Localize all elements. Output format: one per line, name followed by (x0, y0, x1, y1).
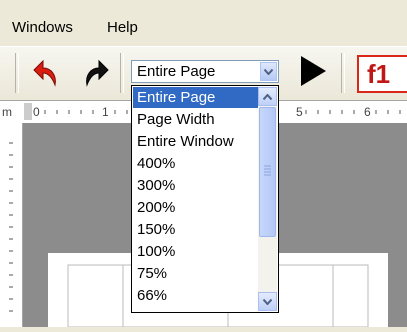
chevron-down-icon (263, 298, 272, 305)
zoom-option-400[interactable]: 400% (133, 153, 258, 174)
grip-icon (264, 165, 271, 176)
zoom-select-value: Entire Page (137, 63, 216, 80)
undo-arrow-icon (33, 59, 56, 87)
zoom-option-entire-window[interactable]: Entire Window (133, 131, 258, 152)
zoom-option-100[interactable]: 100% (133, 241, 258, 262)
zoom-select[interactable]: Entire Page (131, 60, 279, 83)
menu-bar: Windows Help (0, 0, 407, 46)
menu-windows[interactable]: Windows (12, 19, 73, 36)
zoom-option-entire-page[interactable]: Entire Page (133, 87, 258, 108)
play-triangle-icon (301, 56, 326, 86)
zoom-option-page-width[interactable]: Page Width (133, 109, 258, 130)
vertical-ruler (0, 123, 23, 327)
toolbar-separator (120, 53, 124, 93)
chevron-down-icon[interactable] (260, 62, 277, 81)
f1-button[interactable]: f1 (357, 55, 407, 93)
menu-help[interactable]: Help (107, 19, 138, 36)
zoom-dropdown-list: Entire Page Page Width Entire Window 400… (131, 85, 279, 313)
scroll-up-button[interactable] (258, 87, 277, 106)
dropdown-scrollbar[interactable] (258, 87, 277, 311)
undo-button[interactable] (30, 54, 64, 90)
zoom-option-150[interactable]: 150% (133, 219, 258, 240)
scroll-thumb[interactable] (259, 107, 276, 237)
redo-button[interactable] (78, 54, 112, 90)
vertical-ruler-ticks (9, 142, 13, 312)
toolbar-separator (341, 53, 345, 93)
zoom-option-300[interactable]: 300% (133, 175, 258, 196)
zoom-option-75[interactable]: 75% (133, 263, 258, 284)
toolbar-separator (15, 53, 19, 93)
zoom-option-200[interactable]: 200% (133, 197, 258, 218)
play-button[interactable] (296, 53, 330, 89)
zoom-option-66[interactable]: 66% (133, 285, 258, 306)
chevron-up-icon (263, 93, 272, 100)
scroll-down-button[interactable] (258, 292, 277, 311)
redo-arrow-icon (86, 59, 109, 87)
